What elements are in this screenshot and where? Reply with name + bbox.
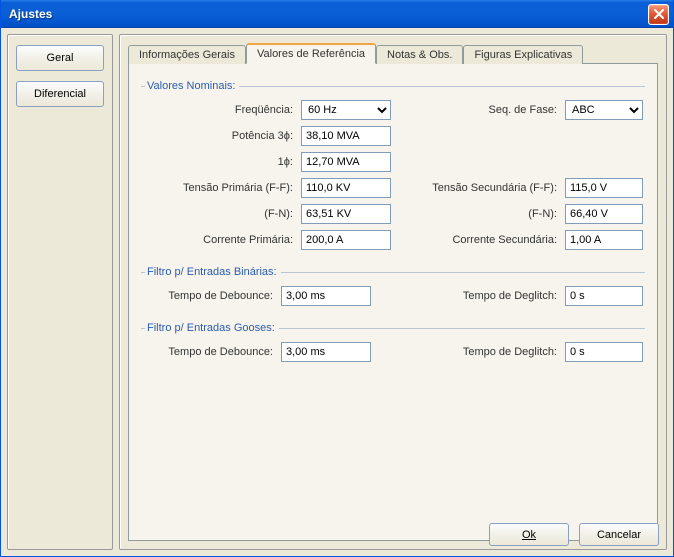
input-bin-deglitch[interactable] [565, 286, 643, 306]
nav-panel: Geral Diferencial [7, 34, 113, 550]
tab-notas-obs[interactable]: Notas & Obs. [376, 45, 463, 64]
tab-valores-referencia[interactable]: Valores de Referência [246, 43, 376, 64]
combo-frequencia[interactable]: 60 Hz [301, 100, 391, 120]
window-title: Ajustes [9, 7, 648, 21]
label-corrente-secundaria: Corrente Secundária: [407, 234, 557, 246]
group-valores-nominais: Valores Nominais: Freqüência: 60 Hz Seq.… [141, 80, 645, 256]
input-tensao-secundaria-ff[interactable] [565, 178, 643, 198]
ok-button[interactable]: Ok [489, 523, 569, 546]
label-tensao-secundaria-fn: (F-N): [407, 208, 557, 220]
label-tensao-primaria-fn: (F-N): [143, 208, 293, 220]
label-tensao-primaria-ff: Tensão Primária (F-F): [143, 182, 293, 194]
label-corrente-primaria: Corrente Primária: [143, 234, 293, 246]
close-button[interactable] [648, 4, 669, 25]
label-potencia-3f: Potência 3ϕ: [143, 130, 293, 142]
label-seq-fase: Seq. de Fase: [407, 104, 557, 116]
input-tensao-primaria-ff[interactable] [301, 178, 391, 198]
nav-diferencial-button[interactable]: Diferencial [16, 81, 104, 107]
dialog-window: Ajustes Geral Diferencial Informações Ge… [0, 0, 674, 557]
label-goose-debounce: Tempo de Debounce: [143, 346, 273, 358]
combo-seq-fase[interactable]: ABC [565, 100, 643, 120]
titlebar: Ajustes [1, 0, 673, 28]
input-corrente-secundaria[interactable] [565, 230, 643, 250]
group-filtro-gooses-legend: Filtro p/ Entradas Gooses: [145, 322, 279, 334]
input-tensao-secundaria-fn[interactable] [565, 204, 643, 224]
client-area: Geral Diferencial Informações Gerais Val… [1, 28, 673, 556]
input-tensao-primaria-fn[interactable] [301, 204, 391, 224]
main-panel: Informações Gerais Valores de Referência… [119, 34, 667, 550]
label-tensao-secundaria-ff: Tensão Secundária (F-F): [407, 182, 557, 194]
label-potencia-1f: 1ϕ: [143, 156, 293, 168]
tabs-strip: Informações Gerais Valores de Referência… [128, 41, 658, 63]
label-bin-debounce: Tempo de Debounce: [143, 290, 273, 302]
input-bin-debounce[interactable] [281, 286, 371, 306]
input-potencia-3f[interactable] [301, 126, 391, 146]
dialog-button-bar: Ok Cancelar [489, 523, 659, 546]
nav-geral-button[interactable]: Geral [16, 45, 104, 71]
label-bin-deglitch: Tempo de Deglitch: [427, 290, 557, 302]
tab-informacoes-gerais[interactable]: Informações Gerais [128, 45, 246, 64]
tab-body: Valores Nominais: Freqüência: 60 Hz Seq.… [128, 63, 658, 541]
input-goose-debounce[interactable] [281, 342, 371, 362]
tab-figuras-explicativas[interactable]: Figuras Explicativas [463, 45, 583, 64]
group-valores-nominais-legend: Valores Nominais: [145, 80, 239, 92]
close-icon [654, 9, 664, 19]
label-frequencia: Freqüência: [143, 104, 293, 116]
cancel-button[interactable]: Cancelar [579, 523, 659, 546]
group-filtro-binarias: Filtro p/ Entradas Binárias: Tempo de De… [141, 266, 645, 312]
input-goose-deglitch[interactable] [565, 342, 643, 362]
input-potencia-1f[interactable] [301, 152, 391, 172]
input-corrente-primaria[interactable] [301, 230, 391, 250]
group-filtro-gooses: Filtro p/ Entradas Gooses: Tempo de Debo… [141, 322, 645, 368]
label-goose-deglitch: Tempo de Deglitch: [427, 346, 557, 358]
group-filtro-binarias-legend: Filtro p/ Entradas Binárias: [145, 266, 281, 278]
